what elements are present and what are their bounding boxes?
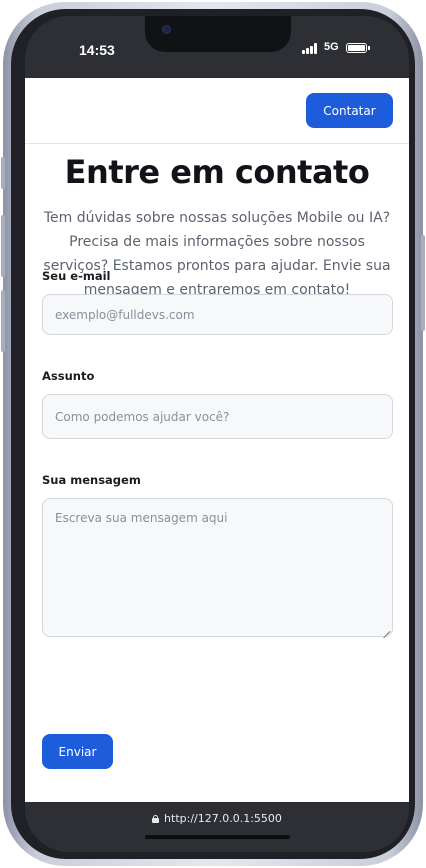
message-textarea[interactable] xyxy=(42,498,393,637)
volume-up-button xyxy=(1,215,5,277)
page-description: Tem dúvidas sobre nossas soluções Mobile… xyxy=(43,210,391,298)
home-indicator[interactable] xyxy=(145,835,290,839)
phone-screen: 14:53 5G Contatar Entre em contato Tem d… xyxy=(25,16,409,852)
contact-button[interactable]: Contatar xyxy=(306,93,393,128)
subject-label: Assunto xyxy=(42,369,95,383)
address-bar[interactable]: http://127.0.0.1:5500 xyxy=(25,812,409,825)
subject-input[interactable] xyxy=(42,394,393,439)
address-url: http://127.0.0.1:5500 xyxy=(164,812,282,825)
browser-footer: http://127.0.0.1:5500 xyxy=(25,802,409,852)
status-bar: 14:53 5G xyxy=(25,16,409,78)
top-navigation: Contatar xyxy=(25,78,409,144)
mute-switch xyxy=(1,157,5,189)
send-button[interactable]: Enviar xyxy=(42,734,113,769)
email-label: Seu e-mail xyxy=(42,269,111,283)
notch xyxy=(145,16,291,52)
lock-icon xyxy=(152,815,160,823)
message-label: Sua mensagem xyxy=(42,473,141,487)
phone-frame: 14:53 5G Contatar Entre em contato Tem d… xyxy=(1,2,425,866)
resize-grip-icon[interactable] xyxy=(382,625,391,639)
power-button xyxy=(421,235,425,331)
volume-down-button xyxy=(1,290,5,352)
page-title: Entre em contato xyxy=(64,153,370,191)
email-input[interactable] xyxy=(42,294,393,335)
battery-icon xyxy=(346,43,370,53)
status-time: 14:53 xyxy=(79,42,115,58)
page-content: Contatar Entre em contato Tem dúvidas so… xyxy=(25,78,409,802)
network-type: 5G xyxy=(324,41,339,53)
front-camera xyxy=(162,25,171,34)
cellular-signal-icon xyxy=(302,43,322,54)
